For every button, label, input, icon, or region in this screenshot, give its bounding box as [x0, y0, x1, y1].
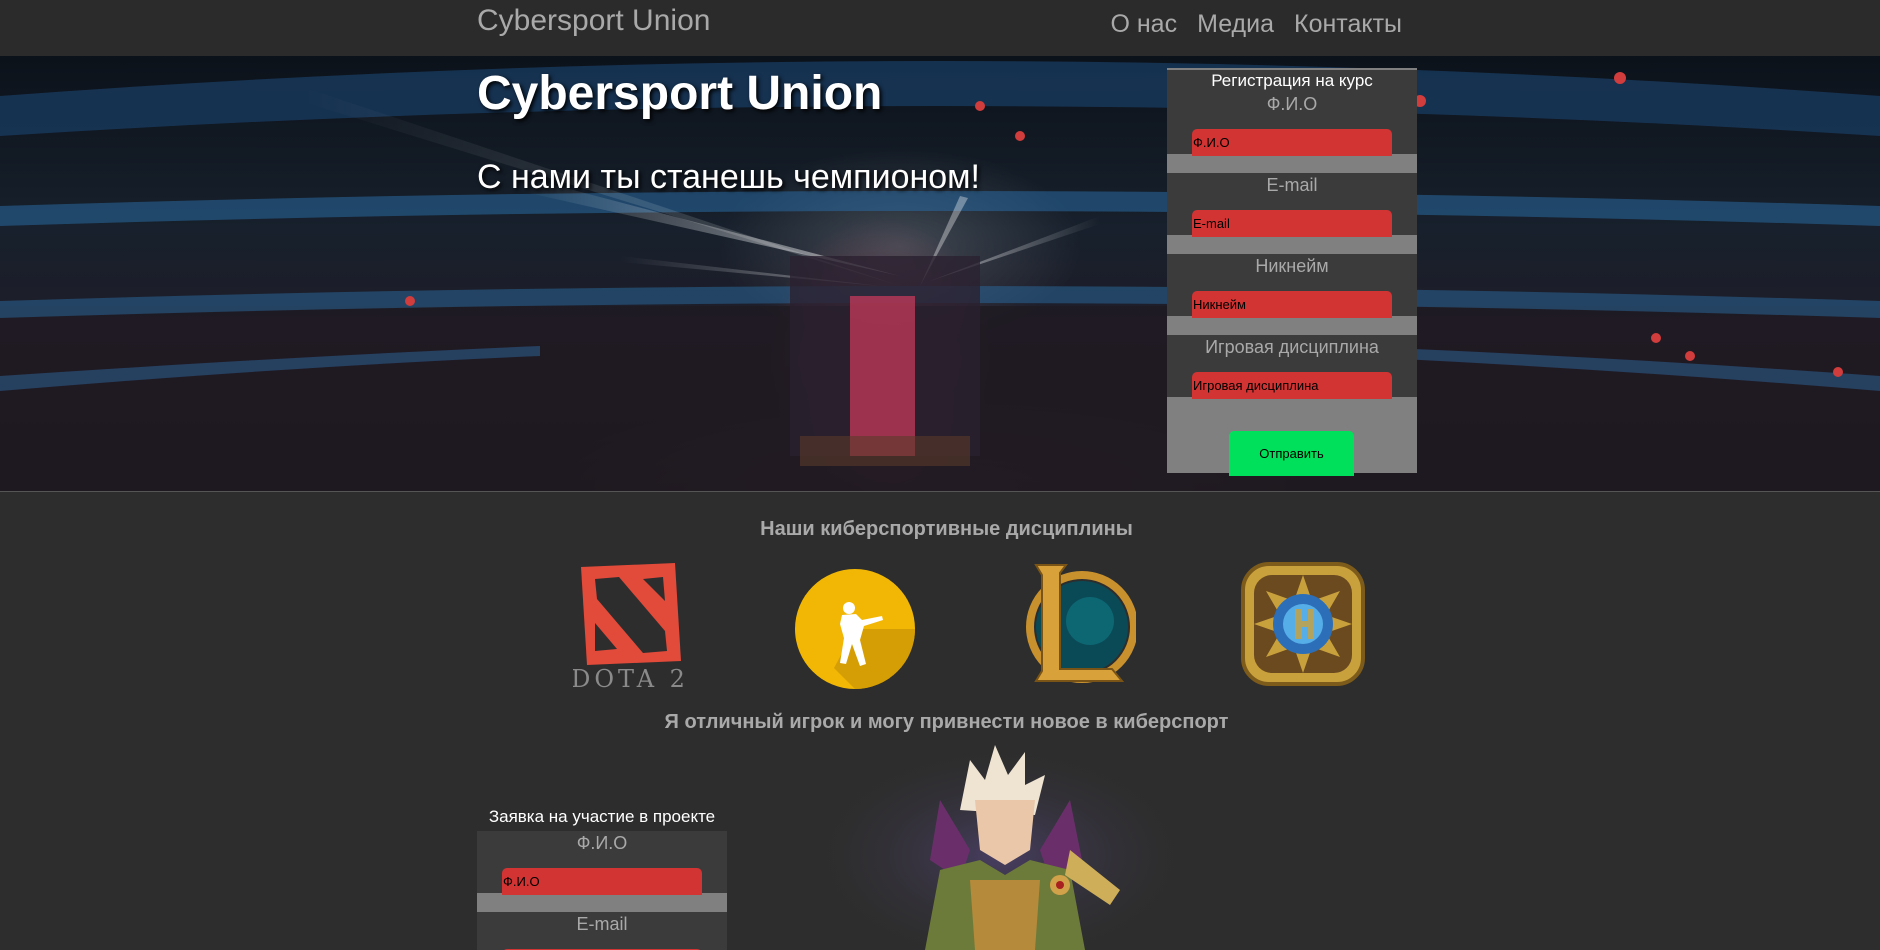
- registration-form-title: Регистрация на курс: [1167, 70, 1417, 92]
- nav-link-contacts[interactable]: Контакты: [1294, 10, 1402, 39]
- application-form-title: Заявка на участие в проекте: [477, 806, 727, 831]
- counter-strike-logo-icon[interactable]: [794, 568, 916, 690]
- app-fullname-input[interactable]: [502, 868, 702, 895]
- app-form-row-email: E-mail: [477, 912, 727, 950]
- submit-row: Отправить: [1167, 416, 1417, 476]
- form-row-email: E-mail: [1167, 173, 1417, 254]
- hero-subtitle: С нами ты станешь чемпионом!: [477, 158, 980, 196]
- nickname-input[interactable]: [1192, 291, 1392, 318]
- form-row-discipline: Игровая дисциплина: [1167, 335, 1417, 416]
- top-nav-bar: Cybersport Union О нас Медиа Контакты: [0, 0, 1880, 56]
- hero-title: Cybersport Union: [477, 67, 883, 120]
- dota-2-logo-text: DOTA 2: [573, 665, 688, 691]
- league-of-legends-logo-icon[interactable]: [1022, 561, 1136, 688]
- player-section-heading: Я отличный игрок и могу привнести новое …: [664, 711, 1229, 733]
- disciplines-logos: DOTA 2: [0, 558, 1880, 693]
- form-row-nickname: Никнейм: [1167, 254, 1417, 335]
- form-row-fullname: Ф.И.О: [1167, 92, 1417, 173]
- nav-link-about[interactable]: О нас: [1110, 10, 1177, 39]
- disciplines-heading: Наши киберспортивные дисциплины: [760, 518, 1133, 540]
- app-email-label: E-mail: [477, 912, 727, 950]
- dota-2-logo-icon[interactable]: DOTA 2: [573, 561, 688, 691]
- hearthstone-logo-icon[interactable]: [1240, 561, 1366, 687]
- arena-background-image: [0, 61, 1880, 491]
- nav-link-media[interactable]: Медиа: [1197, 10, 1274, 39]
- app-form-row-fullname: Ф.И.О: [477, 831, 727, 912]
- email-input[interactable]: [1192, 210, 1392, 237]
- submit-button[interactable]: Отправить: [1229, 431, 1354, 476]
- invoker-character-image: [820, 740, 1180, 950]
- project-application-form: Заявка на участие в проекте Ф.И.О E-mail: [477, 806, 727, 950]
- hero-banner: Cybersport Union С нами ты станешь чемпи…: [0, 56, 1880, 492]
- discipline-input[interactable]: [1192, 372, 1392, 399]
- nav-menu: О нас Медиа Контакты: [1110, 10, 1402, 39]
- course-registration-form: Регистрация на курс Ф.И.О E-mail Никнейм…: [1167, 68, 1417, 476]
- fullname-input[interactable]: [1192, 129, 1392, 156]
- brand-logo-text[interactable]: Cybersport Union: [477, 4, 710, 38]
